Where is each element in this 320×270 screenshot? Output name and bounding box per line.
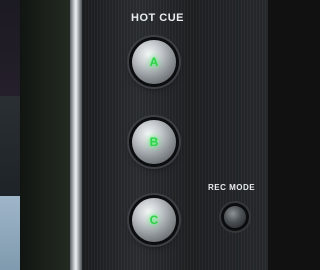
background-top-left xyxy=(0,0,20,96)
background-bottom-left xyxy=(0,196,20,270)
hot-cue-b-letter: B xyxy=(149,135,159,149)
hot-cue-c-button[interactable]: C xyxy=(132,198,176,242)
hot-cue-a-button[interactable]: A xyxy=(132,40,176,84)
hot-cue-b-button[interactable]: B xyxy=(132,120,176,164)
chrome-trim xyxy=(70,0,82,270)
background-middle-left xyxy=(0,96,20,196)
rec-mode-button[interactable] xyxy=(224,206,246,228)
rec-mode-label: REC MODE xyxy=(208,183,256,192)
hot-cue-a-letter: A xyxy=(149,55,159,69)
hot-cue-label: HOT CUE xyxy=(131,12,184,24)
controller-photo: HOT CUE A B C REC MODE xyxy=(0,0,268,270)
hot-cue-c-letter: C xyxy=(149,213,159,227)
side-wall xyxy=(20,0,72,270)
